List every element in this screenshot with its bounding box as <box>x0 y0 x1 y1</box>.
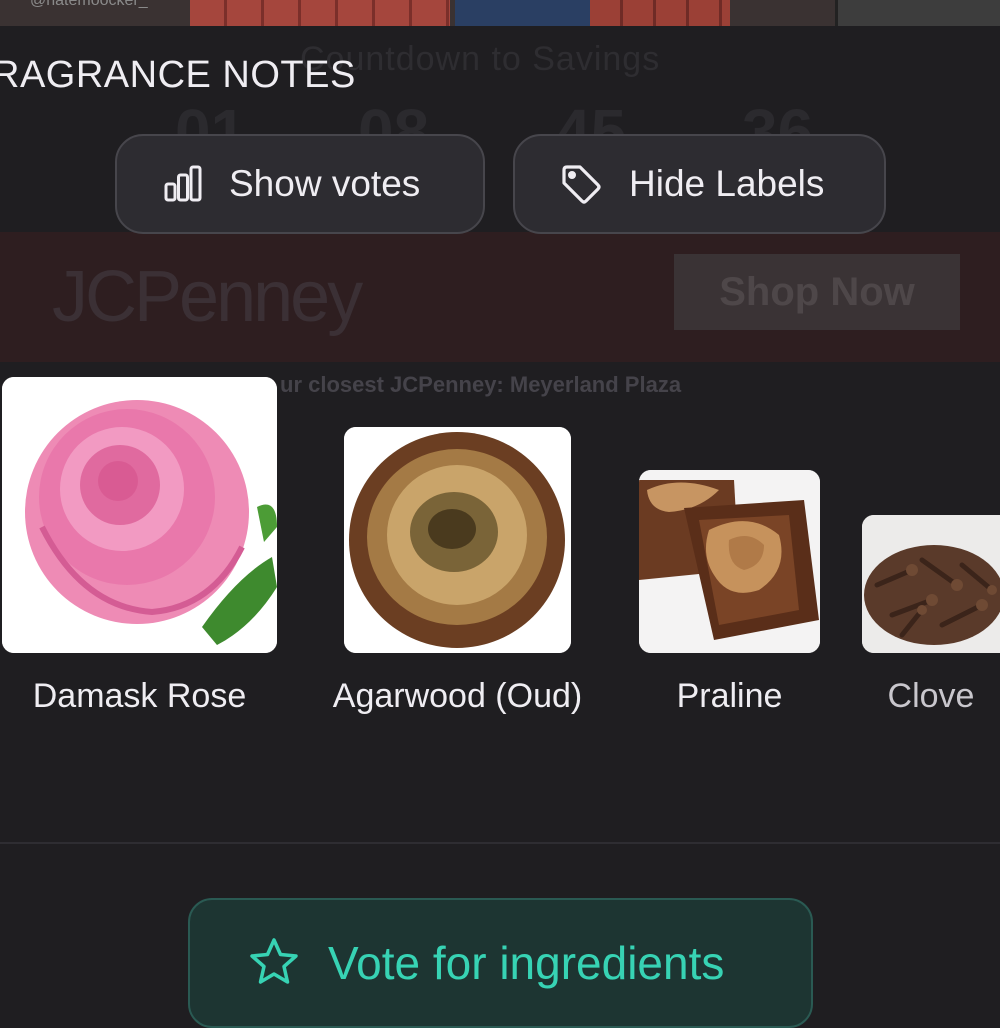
note-label: Damask Rose <box>32 677 247 715</box>
clove-image <box>862 515 1000 653</box>
note-item-praline[interactable]: Praline <box>639 470 820 715</box>
ad-logo: JCPenney <box>52 257 363 337</box>
note-label: Clove <box>887 677 975 715</box>
top-photo-strip: @hatemoocker_ <box>0 0 1000 26</box>
tag-icon <box>562 165 601 204</box>
section-title: RAGRANCE NOTES <box>0 54 356 96</box>
ad-shop-now-button[interactable]: Shop Now <box>674 254 960 330</box>
ad-store-text: ur closest JCPenney: Meyerland Plaza <box>280 372 682 397</box>
agarwood-image <box>344 427 571 653</box>
username-handle: @hatemoocker_ <box>30 0 148 9</box>
note-item-damask-rose[interactable]: Damask Rose <box>2 377 277 715</box>
praline-image <box>639 470 820 653</box>
jeans-image <box>455 0 605 26</box>
show-votes-label: Show votes <box>229 163 421 204</box>
rose-image <box>2 377 277 653</box>
vote-for-ingredients-button[interactable]: Vote for ingredients <box>188 898 813 1028</box>
note-label: Agarwood (Oud) <box>332 677 583 715</box>
section-divider <box>0 842 1000 844</box>
bar-chart-icon <box>164 165 202 202</box>
note-label: Praline <box>676 677 783 715</box>
frame-image <box>835 0 1000 26</box>
note-item-clove[interactable]: Clove <box>862 515 1000 715</box>
show-votes-button[interactable]: Show votes <box>115 134 485 234</box>
hide-labels-button[interactable]: Hide Labels <box>513 134 886 234</box>
brick-wall-image-2 <box>590 0 730 26</box>
star-outline-icon <box>250 938 298 984</box>
brick-wall-image <box>190 0 450 26</box>
note-item-agarwood[interactable]: Agarwood (Oud) <box>333 427 582 715</box>
vote-for-ingredients-label: Vote for ingredients <box>328 937 725 989</box>
hide-labels-label: Hide Labels <box>629 163 825 204</box>
ad-banner: JCPenney Shop Now <box>0 232 1000 362</box>
